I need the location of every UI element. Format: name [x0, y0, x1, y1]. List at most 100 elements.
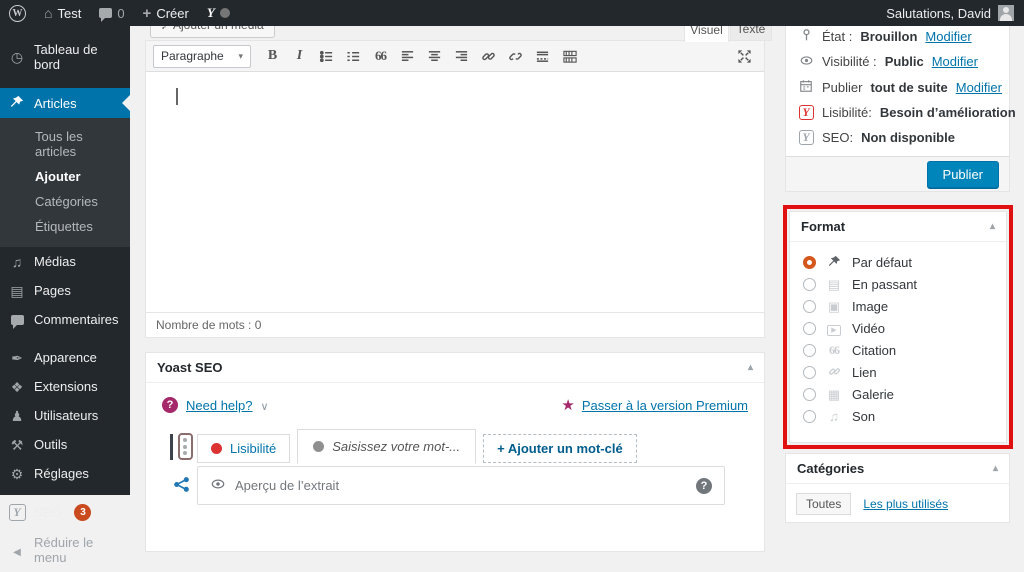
sidebar-item-dashboard[interactable]: Tableau de bord [0, 35, 130, 79]
submenu-all-posts[interactable]: Tous les articles [0, 124, 130, 164]
yoast-tabs: Lisibilité Saisissez votre mot-... + Ajo… [197, 429, 754, 463]
sidebar-item-appearance[interactable]: Apparence [0, 343, 130, 372]
quote-icon: 66 [825, 343, 843, 358]
readability-status-icon [211, 443, 222, 454]
collapse-toggle-icon[interactable] [748, 362, 753, 373]
toolbar-toggle-button[interactable] [557, 45, 582, 68]
account-menu[interactable]: Salutations, David [886, 5, 1024, 21]
edit-visibility-link[interactable]: Modifier [932, 54, 978, 69]
sidebar-item-comments[interactable]: Commentaires [0, 305, 130, 334]
sidebar-item-tools[interactable]: Outils [0, 430, 130, 459]
sidebar-item-seo[interactable]: Y SEO 3 [0, 497, 130, 528]
sidebar-item-plugins[interactable]: Extensions [0, 372, 130, 401]
comment-bubble-icon [99, 8, 112, 18]
align-center-button[interactable] [422, 45, 447, 68]
format-option-video[interactable]: ▶ Vidéo [803, 317, 993, 339]
categories-metabox: Catégories Toutes Les plus utilisés [785, 453, 1010, 523]
radio[interactable] [803, 344, 816, 357]
radio[interactable] [803, 278, 816, 291]
format-metabox-header[interactable]: Format [790, 212, 1006, 242]
image-icon [825, 300, 843, 313]
comments-shortcut[interactable]: 0 [90, 0, 133, 26]
fullscreen-button[interactable] [732, 45, 757, 68]
format-option-aside[interactable]: En passant [803, 273, 993, 295]
radio[interactable] [803, 410, 816, 423]
publish-button[interactable]: Publier [927, 161, 999, 188]
read-more-tag-button[interactable] [530, 45, 555, 68]
numbered-list-button[interactable] [341, 45, 366, 68]
bullet-list-button[interactable] [314, 45, 339, 68]
pages-icon [8, 284, 26, 298]
align-left-button[interactable] [395, 45, 420, 68]
tab-all-categories[interactable]: Toutes [796, 493, 851, 515]
radio[interactable] [803, 366, 816, 379]
paragraph-format-select[interactable]: Paragraphe ▾ [153, 45, 251, 68]
need-help-link[interactable]: Need help? [186, 398, 253, 413]
edit-status-link[interactable]: Modifier [925, 29, 971, 44]
format-option-gallery[interactable]: Galerie [803, 383, 993, 405]
add-keyword-button[interactable]: + Ajouter un mot-clé [483, 434, 637, 463]
format-option-quote[interactable]: 66 Citation [803, 339, 993, 361]
sidebar-item-articles[interactable]: Articles [0, 88, 130, 118]
divider [170, 434, 173, 460]
collapse-toggle-icon[interactable] [993, 463, 998, 474]
premium-upgrade-link[interactable]: Passer à la version Premium [582, 398, 748, 413]
eye-icon [210, 477, 226, 494]
submenu-tags[interactable]: Étiquettes [0, 214, 130, 239]
radio[interactable] [803, 322, 816, 335]
align-right-button[interactable] [449, 45, 474, 68]
italic-button[interactable]: I [287, 45, 312, 68]
format-option-image[interactable]: Image [803, 295, 993, 317]
radio-selected[interactable] [803, 256, 816, 269]
categories-metabox-header[interactable]: Catégories [786, 454, 1009, 484]
blockquote-button[interactable]: 66 [368, 45, 393, 68]
comments-icon [8, 313, 26, 327]
insert-link-button[interactable] [476, 45, 501, 68]
sidebar-item-pages[interactable]: Pages [0, 276, 130, 305]
edit-schedule-link[interactable]: Modifier [956, 80, 1002, 95]
post-status-icon [798, 28, 814, 44]
dashboard-icon [8, 50, 26, 64]
chevron-down-icon[interactable] [261, 398, 269, 413]
seo-score-row: Y SEO: Non disponible [798, 130, 997, 145]
articles-submenu: Tous les articles Ajouter Catégories Éti… [0, 118, 130, 247]
sidebar-item-media[interactable]: Médias [0, 247, 130, 276]
radio[interactable] [803, 300, 816, 313]
settings-icon [8, 467, 26, 481]
format-option-link[interactable]: Lien [803, 361, 993, 383]
remove-link-button[interactable] [503, 45, 528, 68]
editor-content-area[interactable] [146, 72, 764, 312]
tab-focus-keyword[interactable]: Saisissez votre mot-... [297, 429, 476, 464]
yoast-metabox-header[interactable]: Yoast SEO [146, 353, 764, 383]
yoast-adminbar-menu[interactable]: Y [198, 0, 239, 26]
avatar [998, 5, 1014, 21]
traffic-light-icon [178, 433, 193, 460]
share-icon[interactable] [173, 476, 190, 496]
format-option-audio[interactable]: Son [803, 405, 993, 427]
tab-readability[interactable]: Lisibilité [197, 434, 290, 463]
plugins-icon [8, 380, 26, 394]
collapse-menu-button[interactable]: Réduire le menu [0, 528, 130, 572]
publish-actions-footer: Publier [786, 156, 1009, 191]
snippet-preview-header[interactable]: Aperçu de l’extrait ? [197, 466, 725, 505]
collapse-toggle-icon[interactable] [990, 221, 995, 232]
sidebar-item-settings[interactable]: Réglages [0, 459, 130, 488]
submenu-categories[interactable]: Catégories [0, 189, 130, 214]
format-option-default[interactable]: Par défaut [803, 251, 993, 273]
format-options: Par défaut En passant Image ▶ Vidéo 66 C… [790, 242, 1006, 436]
chevron-down-icon: ▾ [238, 51, 243, 62]
text-cursor [176, 88, 178, 105]
site-menu[interactable]: Test [35, 0, 90, 26]
new-content-menu[interactable]: + Créer [134, 0, 198, 26]
word-count-bar: Nombre de mots : 0 [146, 312, 764, 337]
snippet-help-icon[interactable]: ? [696, 478, 712, 494]
admin-sidebar: Tableau de bord Articles Tous les articl… [0, 26, 130, 495]
site-name: Test [57, 6, 81, 21]
greeting-text: Salutations, David [886, 6, 991, 21]
submenu-add-post[interactable]: Ajouter [0, 164, 130, 189]
sidebar-item-users[interactable]: Utilisateurs [0, 401, 130, 430]
bold-button[interactable]: B [260, 45, 285, 68]
wp-logo-menu[interactable]: W [0, 0, 35, 26]
radio[interactable] [803, 388, 816, 401]
tab-most-used-categories[interactable]: Les plus utilisés [863, 497, 948, 511]
